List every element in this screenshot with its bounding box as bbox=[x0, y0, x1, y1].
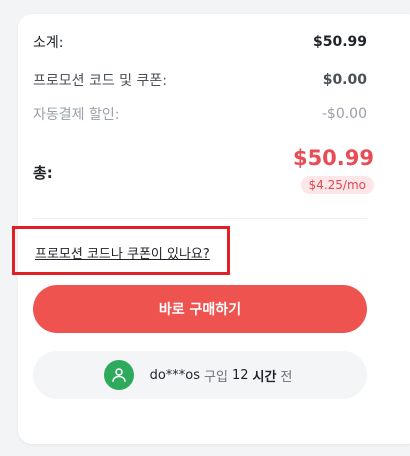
autopay-row: 자동결제 할인: -$0.00 bbox=[33, 104, 367, 124]
user-icon bbox=[111, 368, 126, 382]
promo-row: 프로모션 코드 및 쿠폰: $0.00 bbox=[33, 70, 367, 90]
purchase-action: 구입 bbox=[204, 369, 228, 385]
time-value: 12 bbox=[231, 367, 249, 383]
autopay-label: 자동결제 할인: bbox=[33, 107, 120, 123]
divider bbox=[33, 218, 367, 219]
promo-label: 프로모션 코드 및 쿠폰: bbox=[33, 73, 167, 89]
subtotal-row: 소계: $50.99 bbox=[33, 32, 367, 52]
total-value: $50.99 bbox=[292, 146, 374, 170]
promo-value: $0.00 bbox=[322, 72, 367, 88]
promo-code-link[interactable]: 프로모션 코드나 쿠폰이 있나요? bbox=[35, 243, 210, 262]
avatar bbox=[103, 360, 134, 390]
subtotal-value: $50.99 bbox=[312, 34, 367, 50]
monthly-price-badge: $4.25/mo bbox=[300, 176, 374, 194]
buy-now-button[interactable]: 바로 구매하기 bbox=[33, 285, 367, 333]
social-proof: do***os 구입 12 시간 전 bbox=[33, 351, 367, 399]
autopay-value: -$0.00 bbox=[321, 106, 367, 122]
total-label: 총: bbox=[33, 164, 53, 182]
buyer-name: do***os bbox=[149, 367, 201, 383]
time-unit: 시간 bbox=[252, 369, 277, 385]
time-suffix: 전 bbox=[280, 369, 293, 385]
subtotal-label: 소계: bbox=[33, 35, 64, 51]
